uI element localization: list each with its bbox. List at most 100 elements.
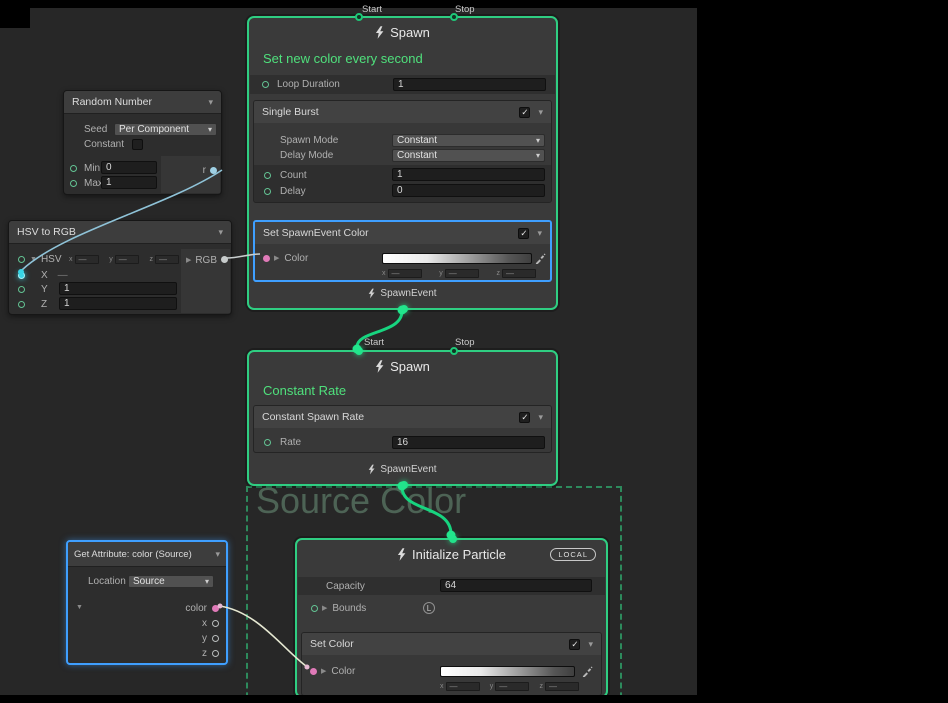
set-spawnevent-color-header[interactable]: Set SpawnEvent Color ✓ ▾ [255, 222, 550, 244]
expander-right-icon[interactable]: ▶ [321, 667, 326, 675]
x-value[interactable]: — [388, 269, 422, 278]
expander-right-icon[interactable]: ▶ [186, 256, 191, 264]
chevron-down-icon[interactable]: ▾ [215, 549, 220, 560]
lightning-icon [397, 548, 406, 561]
count-port[interactable] [264, 172, 271, 179]
hsv-to-rgb-node[interactable]: HSV to RGB ▾ ▼ HSV x— y— z— ▶ RGB X — Y [8, 220, 232, 315]
constant-spawn-rate-checkbox[interactable]: ✓ [519, 412, 530, 423]
expander-down-icon[interactable]: ▼ [30, 256, 37, 263]
constant-spawn-rate-block[interactable]: Constant Spawn Rate ✓ ▾ Rate 16 [253, 405, 552, 453]
delay-port[interactable] [264, 188, 271, 195]
spawn-context-1[interactable]: Start Stop Spawn Set new color every sec… [247, 16, 558, 310]
constant-row: Constant [64, 138, 221, 151]
chevron-down-icon[interactable]: ▾ [538, 107, 543, 118]
eyedropper-icon[interactable] [582, 666, 593, 677]
chevron-down-icon[interactable]: ▾ [208, 97, 213, 108]
delay-field[interactable]: 0 [392, 184, 545, 197]
right-letterbox [697, 0, 948, 703]
min-field[interactable]: 0 [101, 161, 157, 174]
single-burst-header[interactable]: Single Burst ✓ ▾ [254, 101, 551, 123]
chevron-down-icon[interactable]: ▾ [538, 412, 543, 423]
local-bounds-badge[interactable]: L [423, 602, 435, 614]
random-number-header[interactable]: Random Number ▾ [64, 91, 221, 114]
z-output-port[interactable] [212, 650, 219, 657]
delay-mode-dropdown[interactable]: Constant ▾ [392, 149, 545, 162]
z-value[interactable]: — [155, 255, 179, 264]
hsv-to-rgb-header[interactable]: HSV to RGB ▾ [9, 221, 231, 244]
z-input-port[interactable] [18, 301, 25, 308]
color-gradient-field[interactable] [382, 253, 532, 264]
z-field[interactable]: 1 [59, 297, 177, 310]
color-gradient-field[interactable] [440, 666, 575, 677]
x-input-port[interactable] [18, 272, 25, 279]
set-color-header[interactable]: Set Color ✓ ▾ [302, 633, 601, 655]
r-output-port[interactable] [210, 167, 217, 174]
color-output-port[interactable] [212, 605, 219, 612]
flow-start-label: Start [362, 4, 382, 15]
constant-spawn-rate-header[interactable]: Constant Spawn Rate ✓ ▾ [254, 406, 551, 428]
y-value[interactable]: — [115, 255, 139, 264]
top-left-corner [0, 0, 30, 28]
hsv-input-port[interactable] [18, 256, 25, 263]
stop-input-port[interactable] [450, 13, 458, 21]
loop-duration-port[interactable] [262, 81, 269, 88]
max-port[interactable] [70, 180, 77, 187]
y-output-port[interactable] [212, 635, 219, 642]
single-burst-block[interactable]: Single Burst ✓ ▾ Spawn Mode Constant ▾ D… [253, 100, 552, 203]
local-space-badge[interactable]: LOCAL [550, 548, 596, 561]
start-input-port[interactable] [355, 13, 363, 21]
spawn-context-2[interactable]: Start Stop Spawn Constant Rate Constant … [247, 350, 558, 486]
stop-input-port[interactable] [450, 347, 458, 355]
expander-right-icon[interactable]: ▶ [322, 604, 327, 612]
flow-input-port[interactable] [449, 535, 457, 543]
color-input-port[interactable] [310, 668, 317, 675]
count-label: Count [280, 170, 307, 181]
seed-dropdown[interactable]: Per Component ▾ [114, 123, 217, 136]
x-value[interactable]: — [446, 682, 480, 691]
set-spawnevent-color-block[interactable]: Set SpawnEvent Color ✓ ▾ ▶ Color x— y— z… [253, 220, 552, 282]
random-number-node[interactable]: Random Number ▾ Seed Per Component ▾ Con… [63, 90, 222, 195]
spawnevent-output-port[interactable] [400, 305, 408, 313]
x-value[interactable]: — [75, 255, 99, 264]
location-dropdown[interactable]: Source ▾ [128, 575, 214, 588]
constant-checkbox[interactable] [132, 139, 143, 150]
rate-field[interactable]: 16 [392, 436, 545, 449]
y-value[interactable]: — [495, 682, 529, 691]
chevron-down-icon: ▾ [536, 136, 540, 145]
start-input-port[interactable] [355, 347, 363, 355]
set-color-block[interactable]: Set Color ✓ ▾ ▶ Color x— y— z— [301, 632, 602, 696]
z-value[interactable]: — [545, 682, 579, 691]
count-field[interactable]: 1 [392, 168, 545, 181]
eyedropper-icon[interactable] [535, 253, 546, 264]
y-field[interactable]: 1 [59, 282, 177, 295]
set-spawnevent-color-checkbox[interactable]: ✓ [518, 228, 529, 239]
single-burst-checkbox[interactable]: ✓ [519, 107, 530, 118]
z-value[interactable]: — [502, 269, 536, 278]
chevron-down-icon[interactable]: ▾ [588, 639, 593, 650]
expander-down-icon[interactable]: ▼ [76, 604, 83, 611]
x-output-label: x [202, 618, 207, 629]
rgb-output-port[interactable] [221, 256, 228, 263]
color-input-port[interactable] [263, 255, 270, 262]
get-attribute-node[interactable]: Get Attribute: color (Source) ▾ Location… [66, 540, 228, 665]
x-value: — [58, 270, 68, 281]
x-output-port[interactable] [212, 620, 219, 627]
loop-duration-field[interactable]: 1 [393, 78, 546, 91]
chevron-down-icon[interactable]: ▾ [537, 228, 542, 239]
initialize-particle-context[interactable]: Initialize Particle LOCAL Capacity 64 ▶ … [295, 538, 608, 698]
rgb-output-label: RGB [195, 255, 217, 266]
chevron-down-icon[interactable]: ▾ [218, 227, 223, 238]
spawnevent-output-port[interactable] [400, 481, 408, 489]
get-attribute-header[interactable]: Get Attribute: color (Source) ▾ [68, 542, 226, 567]
rate-port[interactable] [264, 439, 271, 446]
max-field[interactable]: 1 [101, 176, 157, 189]
context-title: Spawn [249, 359, 556, 374]
y-value[interactable]: — [445, 269, 479, 278]
bounds-port[interactable] [311, 605, 318, 612]
expander-right-icon[interactable]: ▶ [274, 254, 279, 262]
set-color-checkbox[interactable]: ✓ [569, 639, 580, 650]
y-input-port[interactable] [18, 286, 25, 293]
min-port[interactable] [70, 165, 77, 172]
capacity-field[interactable]: 64 [440, 579, 592, 592]
spawn-mode-dropdown[interactable]: Constant ▾ [392, 134, 545, 147]
